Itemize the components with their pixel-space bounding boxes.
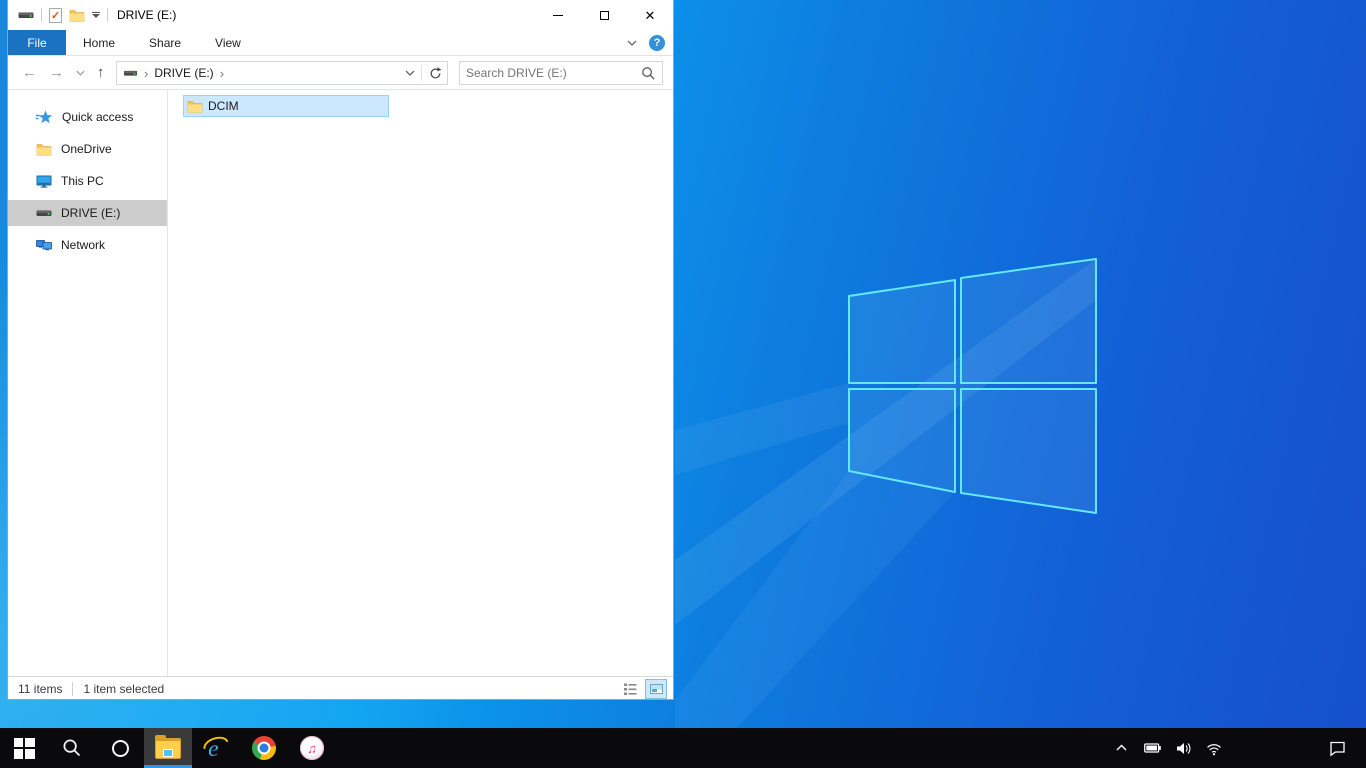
- itunes-icon: ♫: [300, 736, 324, 760]
- thumbnails-view-button[interactable]: [645, 679, 667, 699]
- battery-status[interactable]: [1141, 728, 1163, 768]
- folder-icon: [187, 101, 203, 113]
- ribbon-tab-row: File Home Share View ?: [8, 30, 673, 56]
- customize-qat-dropdown-icon[interactable]: [92, 11, 100, 19]
- navigation-pane: Quick access OneDrive This PC DRIVE (E:)…: [8, 90, 168, 676]
- taskbar: e ♫: [0, 728, 1366, 768]
- forward-button[interactable]: →: [49, 65, 64, 80]
- separator: [421, 65, 422, 81]
- quick-access-toolbar: DRIVE (E:): [8, 0, 176, 30]
- close-button[interactable]: ✕: [627, 0, 673, 30]
- volume-icon: [1175, 741, 1190, 755]
- help-icon[interactable]: ?: [649, 35, 665, 51]
- file-explorer-icon: [155, 734, 181, 759]
- sidebar-item-label: DRIVE (E:): [61, 206, 121, 220]
- internet-explorer-icon: e: [203, 736, 229, 762]
- separator: [72, 681, 74, 696]
- action-center-button[interactable]: [1318, 728, 1356, 768]
- chevron-up-icon: [1115, 744, 1127, 751]
- wifi-icon: [1206, 743, 1222, 756]
- sidebar-item-quick-access[interactable]: Quick access: [8, 104, 167, 130]
- cortana-circle-icon: [111, 739, 129, 757]
- breadcrumb-drive[interactable]: DRIVE (E:): [154, 66, 213, 80]
- system-tray: [1110, 728, 1225, 768]
- sidebar-item-label: This PC: [61, 174, 104, 188]
- up-button[interactable]: ↑: [97, 65, 105, 80]
- action-center-icon: [1329, 741, 1345, 756]
- file-item-dcim[interactable]: DCIM: [183, 95, 389, 117]
- sidebar-item-network[interactable]: Network: [8, 232, 167, 258]
- quick-access-star-icon: [36, 110, 53, 124]
- sidebar-item-onedrive[interactable]: OneDrive: [8, 136, 167, 162]
- taskbar-chrome-button[interactable]: [240, 728, 288, 768]
- navigation-bar: ← → ↑ › DRIVE (E:) ›: [8, 56, 673, 90]
- tab-view[interactable]: View: [198, 30, 258, 55]
- separator: [107, 8, 108, 22]
- breadcrumb-separator: ›: [144, 65, 149, 81]
- windows-logo-icon: [13, 737, 35, 759]
- start-button[interactable]: [0, 728, 48, 768]
- details-view-button[interactable]: [619, 679, 641, 699]
- tab-home[interactable]: Home: [66, 30, 132, 55]
- file-item-label: DCIM: [208, 99, 239, 113]
- volume-status[interactable]: [1172, 728, 1194, 768]
- search-input[interactable]: [460, 66, 641, 80]
- recent-locations-chevron-icon[interactable]: [76, 69, 85, 77]
- network-status[interactable]: [1203, 728, 1225, 768]
- network-icon: [36, 240, 52, 251]
- drive-icon: [123, 70, 138, 76]
- sidebar-item-drive-e[interactable]: DRIVE (E:): [8, 200, 167, 226]
- properties-check-icon[interactable]: [49, 7, 62, 23]
- taskbar-file-explorer-button[interactable]: [144, 728, 192, 768]
- address-bar[interactable]: › DRIVE (E:) ›: [116, 61, 448, 85]
- sidebar-item-label: OneDrive: [61, 142, 112, 156]
- computer-icon: [36, 175, 52, 189]
- expand-ribbon-chevron-icon[interactable]: [627, 39, 637, 47]
- refresh-icon[interactable]: [428, 66, 443, 81]
- minimize-button[interactable]: [535, 0, 581, 30]
- battery-icon: [1143, 743, 1161, 753]
- hidden-icons-button[interactable]: [1110, 728, 1132, 768]
- minimize-icon: [553, 14, 563, 16]
- items-count: 11 items: [18, 681, 63, 696]
- large-thumbnails-view-icon: [649, 684, 663, 694]
- sidebar-item-this-pc[interactable]: This PC: [8, 168, 167, 194]
- search-icon[interactable]: [641, 66, 656, 81]
- maximize-icon: [599, 10, 609, 20]
- search-icon: [63, 739, 81, 757]
- maximize-button[interactable]: [581, 0, 627, 30]
- back-button[interactable]: ←: [22, 65, 37, 80]
- window-title: DRIVE (E:): [117, 8, 177, 22]
- details-view-icon: [623, 683, 636, 695]
- file-explorer-window: DRIVE (E:) ✕ File Home Share View ? ← → …: [7, 0, 674, 700]
- sidebar-item-label: Quick access: [62, 110, 134, 124]
- breadcrumb-separator[interactable]: ›: [220, 66, 224, 81]
- chrome-icon: [252, 736, 276, 760]
- tab-file[interactable]: File: [8, 30, 66, 55]
- file-list[interactable]: DCIM: [168, 90, 673, 676]
- separator: [41, 8, 42, 22]
- cortana-button[interactable]: [96, 728, 144, 768]
- taskbar-itunes-button[interactable]: ♫: [288, 728, 336, 768]
- search-box: [459, 61, 663, 85]
- tab-share[interactable]: Share: [132, 30, 198, 55]
- window-controls: ✕: [535, 0, 673, 30]
- title-bar[interactable]: DRIVE (E:) ✕: [8, 0, 673, 30]
- address-dropdown-chevron-icon[interactable]: [405, 69, 415, 77]
- selection-count: 1 item selected: [83, 681, 165, 696]
- taskbar-search-button[interactable]: [48, 728, 96, 768]
- new-folder-icon[interactable]: [69, 7, 85, 23]
- drive-icon: [36, 210, 52, 216]
- folder-icon: [36, 144, 52, 156]
- sidebar-item-label: Network: [61, 238, 106, 252]
- status-bar: 11 items 1 item selected: [8, 676, 673, 700]
- taskbar-internet-explorer-button[interactable]: e: [192, 728, 240, 768]
- drive-icon: [18, 12, 34, 18]
- close-icon: ✕: [644, 7, 656, 23]
